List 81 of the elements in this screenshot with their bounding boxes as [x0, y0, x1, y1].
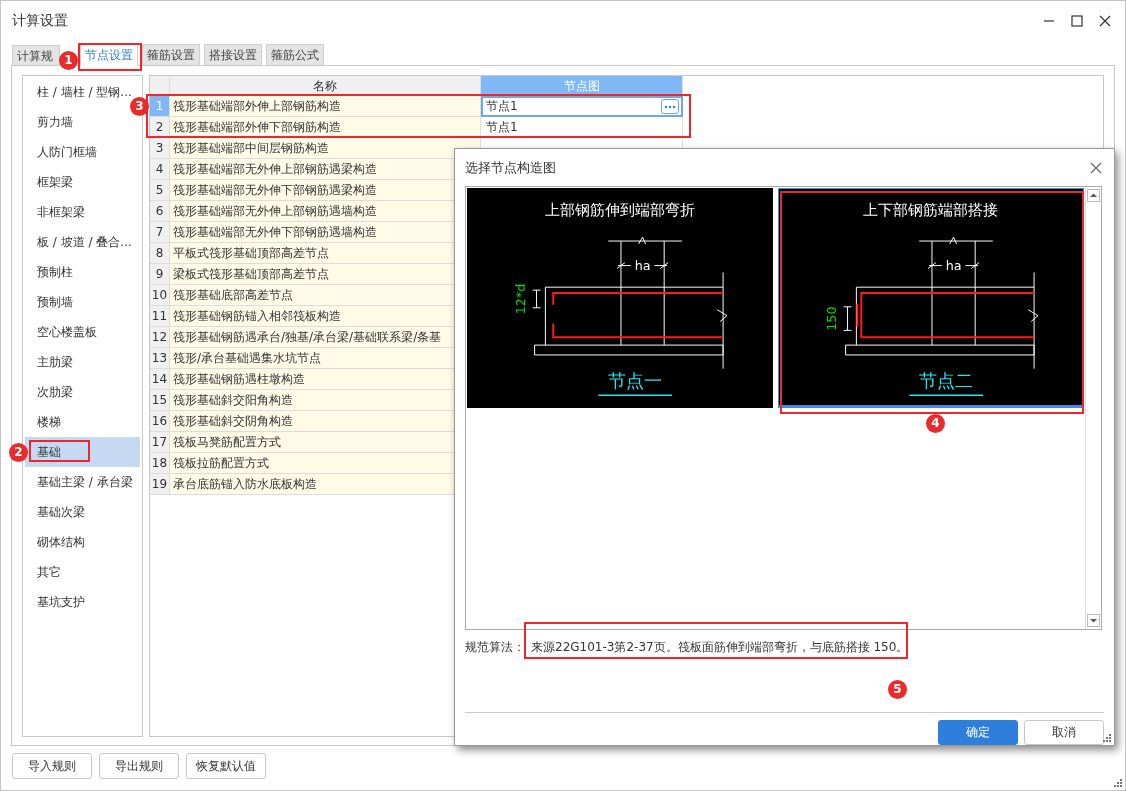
header-cell: [150, 76, 170, 96]
dialog-title: 选择节点构造图: [465, 158, 556, 177]
tab[interactable]: 箍筋公式: [266, 44, 324, 65]
row-number: 14: [150, 369, 170, 390]
tab[interactable]: 搭接设置: [204, 44, 262, 65]
category-item[interactable]: 预制墙: [25, 287, 140, 317]
category-item[interactable]: 次肋梁: [25, 377, 140, 407]
callout-badge: 3: [130, 97, 149, 116]
rule-description: 来源22G101-3第2-37页。筏板面筋伸到端部弯折，与底筋搭接 150。: [531, 639, 909, 656]
callout-badge: 1: [59, 51, 78, 70]
column-header: 名称: [170, 76, 481, 96]
footer-button[interactable]: 导出规则: [99, 753, 179, 779]
footer-button[interactable]: 恢复默认值: [186, 753, 266, 779]
scroll-down-icon[interactable]: [1087, 614, 1100, 627]
cell-value: 节点1: [486, 98, 518, 115]
node-title: 上下部钢筋端部搭接: [863, 200, 999, 218]
cell-value: 节点1: [486, 118, 518, 136]
row-number: 10: [150, 285, 170, 306]
more-button[interactable]: [661, 99, 679, 114]
tab[interactable]: 节点设置: [80, 44, 138, 66]
row-number: 2: [150, 117, 170, 138]
table-cell: 筏形基础端部中间层钢筋构造: [170, 138, 481, 159]
category-item[interactable]: 基础: [25, 437, 140, 467]
row-number: 6: [150, 201, 170, 222]
dimension-label: ha: [945, 258, 962, 274]
row-number: 16: [150, 411, 170, 432]
category-item[interactable]: 预制柱: [25, 257, 140, 287]
node-title: 上部钢筋伸到端部弯折: [545, 200, 695, 218]
row-number: 11: [150, 306, 170, 327]
node-caption: 节点二: [908, 371, 984, 396]
tab[interactable]: 箍筋设置: [142, 44, 200, 65]
close-icon[interactable]: [1099, 15, 1111, 27]
row-number: 18: [150, 453, 170, 474]
row-number: 7: [150, 222, 170, 243]
category-item[interactable]: 基坑支护: [25, 587, 140, 617]
node-option[interactable]: 上下部钢筋端部搭接 ha 150 节点二: [778, 188, 1084, 408]
row-number: 19: [150, 474, 170, 495]
window-title: 计算设置: [12, 12, 68, 30]
resize-grip-icon[interactable]: [1114, 779, 1122, 787]
maximize-icon[interactable]: [1071, 15, 1083, 27]
cancel-button[interactable]: 取消: [1024, 720, 1104, 745]
row-number: 15: [150, 390, 170, 411]
category-item[interactable]: 基础主梁 / 承台梁: [25, 467, 140, 497]
category-item[interactable]: 基础次梁: [25, 497, 140, 527]
close-icon[interactable]: [1090, 161, 1102, 174]
node-option[interactable]: 上部钢筋伸到端部弯折 ha 12*d 节点一: [467, 188, 773, 408]
row-number: 1: [150, 96, 170, 117]
category-item[interactable]: 板 / 坡道 / 叠合...: [25, 227, 140, 257]
row-number: 9: [150, 264, 170, 285]
category-item[interactable]: 非框架梁: [25, 197, 140, 227]
row-number: 12: [150, 327, 170, 348]
tab[interactable]: 计算规: [12, 45, 60, 65]
row-number: 3: [150, 138, 170, 159]
category-item[interactable]: 其它: [25, 557, 140, 587]
column-header: 节点图: [481, 76, 683, 96]
scrollbar[interactable]: [1085, 187, 1101, 629]
highlight-frame: [29, 440, 90, 462]
category-item[interactable]: 框架梁: [25, 167, 140, 197]
category-item[interactable]: 楼梯: [25, 407, 140, 437]
scroll-up-icon[interactable]: [1087, 189, 1100, 202]
ok-button[interactable]: 确定: [938, 720, 1018, 745]
row-number: 8: [150, 243, 170, 264]
row-number: 13: [150, 348, 170, 369]
category-item[interactable]: 砌体结构: [25, 527, 140, 557]
dimension-label: ha: [634, 258, 651, 274]
row-number: 4: [150, 159, 170, 180]
category-item[interactable]: 主肋梁: [25, 347, 140, 377]
resize-grip-icon[interactable]: [1103, 734, 1111, 742]
ellipsis-icon: [664, 104, 676, 109]
dimension-label: 150: [823, 306, 839, 331]
table-cell: 筏形基础端部外伸上部钢筋构造: [170, 96, 481, 117]
category-item[interactable]: 空心楼盖板: [25, 317, 140, 347]
node-caption: 节点一: [597, 371, 673, 396]
row-number: 17: [150, 432, 170, 453]
table-cell: 筏形基础端部外伸下部钢筋构造: [170, 117, 481, 138]
highlight-frame: [78, 43, 142, 71]
row-number: 5: [150, 180, 170, 201]
category-item[interactable]: 人防门框墙: [25, 137, 140, 167]
dimension-label: 12*d: [512, 283, 528, 315]
footer-button[interactable]: 导入规则: [12, 753, 92, 779]
rule-label: 规范算法：: [465, 639, 525, 656]
